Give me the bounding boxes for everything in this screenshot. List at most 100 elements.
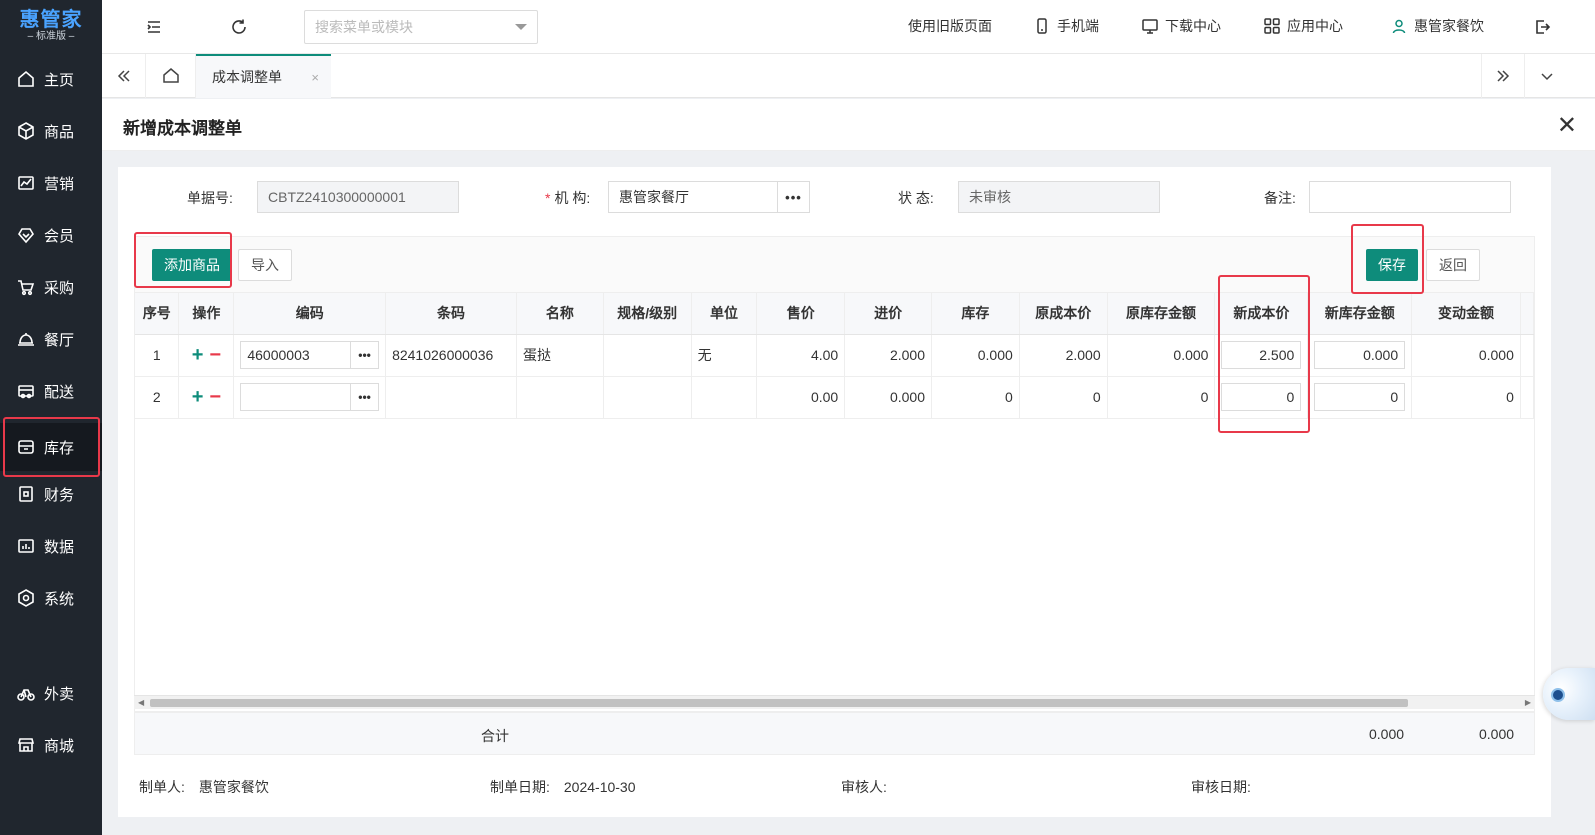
sidebar-item-system[interactable]: 系统: [0, 574, 102, 622]
chevron-down-icon[interactable]: [515, 24, 527, 30]
total-change: 0.000: [1479, 726, 1515, 742]
delete-row-icon[interactable]: −: [209, 344, 221, 366]
barcode-cell: 8241026000036: [385, 334, 517, 377]
refresh-button[interactable]: [227, 15, 251, 39]
close-panel-icon[interactable]: ✕: [1557, 111, 1577, 140]
org-field[interactable]: 惠管家餐厅 •••: [608, 181, 810, 213]
add-product-button[interactable]: 添加商品: [152, 249, 232, 281]
scroll-right-arrow-icon[interactable]: ▶: [1525, 696, 1531, 710]
sidebar-item-delivery[interactable]: 配送: [0, 367, 102, 415]
sidebar-item-members[interactable]: 会员: [0, 211, 102, 259]
refresh-icon: [232, 19, 246, 34]
sidebar-item-data[interactable]: 数据: [0, 522, 102, 570]
save-button[interactable]: 保存: [1366, 249, 1418, 281]
download-center-link[interactable]: 下载中心: [1141, 16, 1221, 36]
sidebar-item-mall[interactable]: 商城: [0, 721, 102, 769]
sidebar-item-inventory[interactable]: 库存: [0, 423, 102, 471]
search-input[interactable]: [315, 19, 515, 35]
user-menu[interactable]: 惠管家餐饮: [1390, 16, 1484, 36]
assistant-widget[interactable]: [1543, 668, 1595, 720]
sidebar-item-label: 采购: [44, 279, 75, 297]
sidebar-item-home[interactable]: 主页: [0, 55, 102, 103]
tab-cost-adjustment[interactable]: 成本调整单 ×: [196, 54, 331, 98]
data-icon: [18, 539, 34, 553]
price-cell: 0.00: [756, 376, 846, 419]
add-row-icon[interactable]: +: [192, 386, 204, 408]
tab-close-icon[interactable]: ×: [311, 70, 319, 85]
back-button[interactable]: 返回: [1426, 249, 1480, 281]
org-picker-button[interactable]: •••: [777, 182, 809, 212]
col-barcode: 条码: [385, 293, 517, 335]
stock-cell: 0.000: [931, 334, 1020, 377]
menu-toggle-button[interactable]: [142, 15, 166, 39]
doc-no-value: CBTZ2410300000001: [268, 189, 406, 205]
code-input[interactable]: •••: [240, 383, 380, 411]
col-overflow: [1520, 293, 1534, 335]
sidebar-item-takeout[interactable]: 外卖: [0, 669, 102, 717]
grid-toolbar: 添加商品 导入 保存 返回: [134, 236, 1535, 292]
import-button[interactable]: 导入: [238, 249, 292, 281]
totals-row: 合计 0.000 0.000: [134, 712, 1535, 755]
tab-scroll-right-button[interactable]: [1481, 54, 1525, 98]
add-row-icon[interactable]: +: [192, 344, 204, 366]
maker-info: 制单人: 惠管家餐饮: [139, 777, 269, 797]
table-header-row: 序号 操作 编码 条码 名称 规格/级别 单位 售价 进价 库存 原成本价 原库…: [135, 293, 1534, 335]
change-cell: 0.000: [1411, 334, 1521, 377]
new-amount-input[interactable]: 0.000: [1314, 341, 1406, 369]
spec-cell: [603, 376, 692, 419]
tab-menu-dropdown[interactable]: [1525, 54, 1569, 98]
new-cost-input[interactable]: 2.500: [1221, 341, 1302, 369]
grid-horizontal-scrollbar[interactable]: ◀ ▶: [134, 695, 1535, 709]
code-input[interactable]: 46000003 •••: [240, 341, 380, 369]
col-old-cost: 原成本价: [1019, 293, 1108, 335]
sidebar-item-finance[interactable]: 财务: [0, 470, 102, 518]
overflow-cell: [1520, 334, 1534, 377]
old-amount-cell: 0: [1107, 376, 1216, 419]
col-change: 变动金额: [1411, 293, 1521, 335]
sidebar-item-restaurant[interactable]: 餐厅: [0, 315, 102, 363]
code-picker-button[interactable]: •••: [350, 384, 378, 410]
new-amount-value: 0: [1390, 389, 1399, 405]
home-icon: [18, 70, 34, 87]
sidebar-item-purchase[interactable]: 采购: [0, 263, 102, 311]
new-cost-input[interactable]: 0: [1221, 383, 1302, 411]
new-cost-cell: 0: [1214, 376, 1309, 419]
total-new-amount: 0.000: [1369, 726, 1405, 742]
logout-button[interactable]: [1530, 15, 1554, 39]
code-picker-button[interactable]: •••: [350, 342, 378, 368]
name-cell: [516, 376, 604, 419]
new-amount-cell: 0.000: [1307, 334, 1413, 377]
mobile-link[interactable]: 手机端: [1033, 16, 1099, 36]
col-no: 序号: [135, 293, 180, 335]
delete-row-icon[interactable]: −: [209, 386, 221, 408]
code-cell: •••: [233, 376, 387, 419]
old-cost-cell: 2.000: [1019, 334, 1108, 377]
sidebar-item-marketing[interactable]: 营销: [0, 159, 102, 207]
barcode-cell: [385, 376, 517, 419]
new-amount-input[interactable]: 0: [1314, 383, 1406, 411]
old-version-link[interactable]: 使用旧版页面: [908, 16, 992, 36]
sidebar-item-products[interactable]: 商品: [0, 107, 102, 155]
scroll-left-arrow-icon[interactable]: ◀: [138, 696, 144, 710]
col-stock: 库存: [931, 293, 1020, 335]
new-cost-value: 0: [1286, 389, 1295, 405]
col-new-amount: 新库存金额: [1307, 293, 1413, 335]
mobile-label: 手机端: [1057, 18, 1099, 34]
menu-search[interactable]: [304, 10, 538, 44]
box-icon: [18, 122, 34, 140]
auditor-info: 审核人:: [841, 777, 901, 797]
tab-scroll-left-button[interactable]: [102, 54, 146, 98]
logo-text: 惠管家: [19, 9, 83, 31]
remark-input[interactable]: [1309, 181, 1511, 213]
sidebar-item-label: 外卖: [44, 685, 75, 703]
download-center-label: 下载中心: [1165, 18, 1221, 34]
logo-subtitle: – 标准版 –: [27, 31, 75, 42]
logo[interactable]: 惠管家 – 标准版 –: [0, 0, 102, 52]
menu-collapse-icon: [147, 21, 160, 33]
make-date-value: 2024-10-30: [563, 779, 636, 795]
col-unit: 单位: [691, 293, 758, 335]
app-center-link[interactable]: 应用中心: [1263, 16, 1343, 36]
scrollbar-thumb[interactable]: [150, 699, 1408, 707]
tab-home[interactable]: [146, 54, 196, 98]
diamond-icon: [18, 228, 34, 244]
